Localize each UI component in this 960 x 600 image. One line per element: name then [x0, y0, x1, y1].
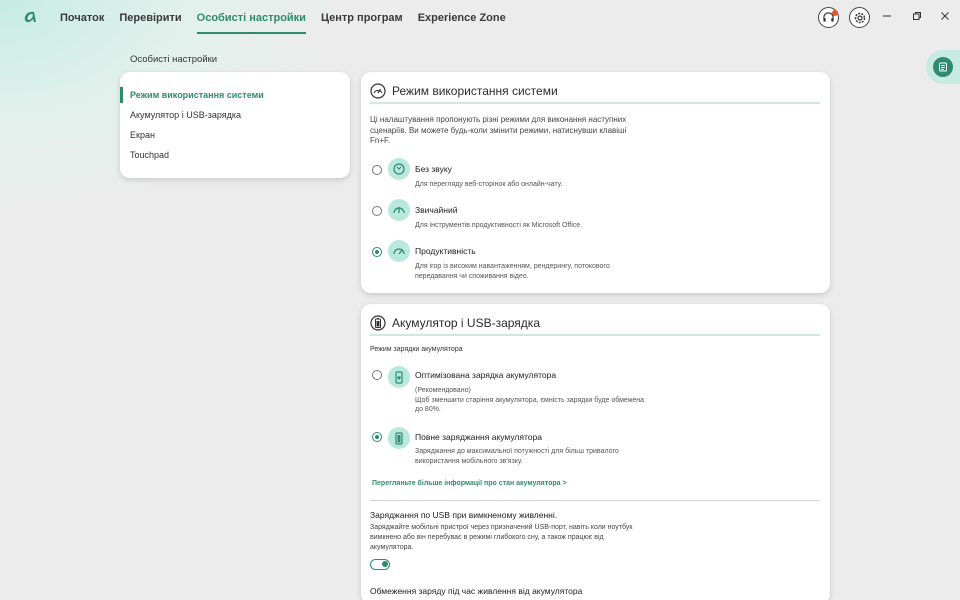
close-icon: [941, 12, 949, 20]
notes-icon: [939, 62, 947, 72]
battery-header: Акумулятор і USB-зарядка: [370, 312, 820, 336]
battery-card: Акумулятор і USB-зарядка Режим зарядки а…: [361, 304, 830, 600]
performance-sub: Для ігор із високим навантаженням, ренде…: [415, 263, 610, 280]
nav-tab-experience-zone[interactable]: Experience Zone: [418, 0, 506, 36]
settings-sidebar: Режим використання системи Акумулятор і …: [120, 72, 350, 178]
side-panel-tab[interactable]: [926, 50, 960, 84]
full-label: Повне заряджання акумулятора: [415, 432, 542, 442]
full-radio[interactable]: [372, 432, 382, 442]
speedometer-icon: [370, 83, 386, 99]
nav-tab-personal-settings[interactable]: Особисті настройки: [196, 0, 307, 36]
sidebar-item-touchpad[interactable]: Touchpad: [120, 145, 350, 165]
performance-label: Продуктивність: [415, 246, 476, 256]
usage-mode-header: Режим використання системи: [370, 80, 820, 104]
usage-mode-card: Режим використання системи Ці налаштуван…: [361, 72, 830, 293]
top-bar: Початок Перевірити Особисті настройки Це…: [0, 0, 960, 36]
divider: [370, 500, 820, 501]
acer-logo-icon[interactable]: [22, 9, 38, 25]
usb-charging-description: Заряджайте мобільні пристрої через призн…: [370, 524, 633, 551]
close-button[interactable]: [938, 10, 952, 24]
battery-title: Акумулятор і USB-зарядка: [392, 316, 540, 330]
charge-mode-heading: Режим зарядки акумулятора: [370, 346, 463, 353]
minimize-button[interactable]: [880, 10, 894, 24]
nav-tab-check[interactable]: Перевірити: [119, 0, 181, 36]
battery-heart-icon: [388, 366, 410, 388]
minimize-icon: [883, 15, 891, 17]
sidebar-item-display[interactable]: Екран: [120, 125, 350, 145]
optimized-radio[interactable]: [372, 370, 382, 380]
optimized-label: Оптимізована зарядка акумулятора: [415, 370, 557, 380]
section-heading: Особисті настройки: [130, 54, 218, 65]
optimized-sub: (Рекомендовано) Щоб зменшити старіння ак…: [415, 387, 645, 413]
battery-full-icon: [388, 427, 410, 449]
usb-charging-title: Заряджання по USB при вимкненому живленн…: [370, 510, 558, 520]
normal-label: Звичайний: [415, 205, 458, 215]
battery-limit-title: Обмеження заряду під час живлення від ак…: [370, 586, 583, 596]
gear-icon: [854, 12, 865, 23]
usb-charging-toggle[interactable]: [370, 559, 390, 570]
full-sub: Заряджання до максимальної потужності дл…: [415, 448, 619, 465]
performance-radio[interactable]: [372, 247, 382, 257]
sidebar-item-battery-usb[interactable]: Акумулятор і USB-зарядка: [120, 105, 350, 125]
nav-tab-home[interactable]: Початок: [60, 0, 104, 36]
settings-button[interactable]: [849, 7, 870, 28]
side-panel-button[interactable]: [933, 57, 953, 77]
restore-button[interactable]: [910, 10, 924, 24]
normal-mode-icon: [388, 199, 410, 221]
usage-mode-description: Ці налаштування пропонують різні режими …: [370, 115, 627, 145]
silent-sub: Для перегляду веб-сторінок або онлайн-ча…: [415, 181, 563, 188]
main-nav: Початок Перевірити Особисті настройки Це…: [60, 0, 521, 36]
sidebar-item-usage-mode[interactable]: Режим використання системи: [120, 85, 350, 105]
battery-info-link[interactable]: Перегляньте більше інформації про стан а…: [372, 480, 567, 487]
silent-label: Без звуку: [415, 164, 452, 174]
silent-radio[interactable]: [372, 165, 382, 175]
restore-icon: [913, 12, 921, 20]
support-button[interactable]: [818, 7, 839, 28]
nav-tab-app-center[interactable]: Центр програм: [321, 0, 403, 36]
usage-mode-title: Режим використання системи: [392, 84, 558, 98]
notification-dot: [832, 10, 838, 16]
normal-radio[interactable]: [372, 206, 382, 216]
battery-icon: [370, 315, 386, 331]
performance-gauge-icon: [388, 240, 410, 262]
normal-sub: Для інструментів продуктивності як Micro…: [415, 222, 583, 229]
silent-mode-icon: [388, 158, 410, 180]
